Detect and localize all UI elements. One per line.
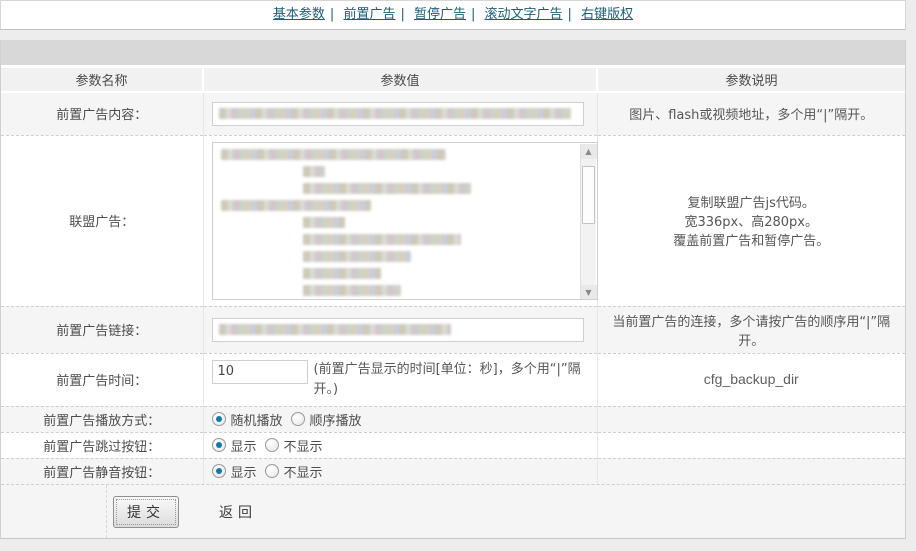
radio-label[interactable]: 显示 <box>231 462 257 481</box>
row-label: 前置广告播放方式： <box>1 405 203 432</box>
table-header-row: 参数名称 参数值 参数说明 <box>1 68 905 93</box>
radio-label[interactable]: 顺序播放 <box>310 410 362 429</box>
time-note: (前置广告显示的时间[单位：秒]，多个用“|”隔开。) <box>313 361 581 397</box>
union-desc-line2: 宽336px、高280px。 <box>684 215 819 230</box>
censored-text <box>302 250 411 262</box>
censored-text <box>302 233 461 245</box>
censored-text <box>220 148 446 160</box>
radio-sequential-play[interactable] <box>290 412 305 426</box>
radio-skip-show[interactable] <box>211 438 226 452</box>
nav-separator: | <box>400 7 405 22</box>
radio-skip-hide[interactable] <box>264 438 279 452</box>
nav-link-pause-ad[interactable]: 暂停广告 <box>414 7 466 22</box>
radio-label[interactable]: 不显示 <box>284 436 323 455</box>
row-label: 前置广告链接： <box>1 305 203 353</box>
radio-random-play[interactable] <box>211 412 226 426</box>
params-table: 参数名称 参数值 参数说明 前置广告内容： 图片、flash或视频地址，多个用“… <box>1 68 905 484</box>
row-union-ad: 联盟广告： ▲ ▼ 复制联盟广告js代码。 宽336px、高280px。 覆盖前… <box>1 134 905 306</box>
censored-text <box>218 108 571 120</box>
nav-separator: | <box>471 7 476 22</box>
row-preroll-link: 前置广告链接： 当前置广告的连接，多个请按广告的顺序用“|”隔开。 <box>1 305 905 353</box>
row-description <box>596 405 905 432</box>
censored-text <box>302 216 345 228</box>
page-gap <box>0 30 916 40</box>
row-preroll-content: 前置广告内容： 图片、flash或视频地址，多个用“|”隔开。 <box>1 91 905 135</box>
union-desc-line3: 覆盖前置广告和暂停广告。 <box>673 234 830 249</box>
header-param-desc: 参数说明 <box>596 68 905 93</box>
row-label: 联盟广告： <box>1 134 203 306</box>
header-param-value: 参数值 <box>202 68 597 93</box>
textarea-scrollbar[interactable]: ▲ ▼ <box>579 143 597 299</box>
radio-label[interactable]: 随机播放 <box>231 410 283 429</box>
form-footer: 提交 返回 <box>1 484 905 538</box>
back-link[interactable]: 返回 <box>219 502 257 522</box>
censored-text <box>302 165 325 177</box>
nav-link-basic-params[interactable]: 基本参数 <box>273 7 325 22</box>
censored-text <box>302 284 401 296</box>
footer-spacer <box>1 485 107 538</box>
censored-text <box>302 182 471 194</box>
row-description: 图片、flash或视频地址，多个用“|”隔开。 <box>596 91 905 135</box>
row-description: cfg_backup_dir <box>596 352 905 406</box>
nav-link-rightclick-copyright[interactable]: 右键版权 <box>581 7 633 22</box>
censored-text <box>218 324 451 335</box>
row-description <box>596 457 905 484</box>
censored-text <box>220 199 371 211</box>
row-description: 当前置广告的连接，多个请按广告的顺序用“|”隔开。 <box>596 305 905 353</box>
nav-separator: | <box>329 7 335 22</box>
preroll-content-input[interactable] <box>211 101 584 126</box>
censored-text <box>302 267 381 279</box>
nav-link-preroll-ad[interactable]: 前置广告 <box>343 7 395 22</box>
scroll-up-icon[interactable]: ▲ <box>580 143 597 159</box>
row-description: 复制联盟广告js代码。 宽336px、高280px。 覆盖前置广告和暂停广告。 <box>596 134 905 306</box>
row-play-mode: 前置广告播放方式： 随机播放 顺序播放 <box>1 405 905 432</box>
preroll-time-input[interactable] <box>211 359 308 384</box>
nav-link-scroll-text-ad[interactable]: 滚动文字广告 <box>485 7 563 22</box>
union-desc-line1: 复制联盟广告js代码。 <box>687 196 815 211</box>
row-label: 前置广告时间： <box>1 352 203 406</box>
nav-separator: | <box>567 7 572 22</box>
preroll-link-input[interactable] <box>211 317 584 342</box>
row-label: 前置广告内容： <box>1 91 203 135</box>
row-label: 前置广告跳过按钮： <box>1 431 203 458</box>
row-label: 前置广告静音按钮： <box>1 457 203 484</box>
panel-title-bar <box>1 40 905 68</box>
row-skip-button: 前置广告跳过按钮： 显示 不显示 <box>1 431 905 458</box>
row-preroll-time: 前置广告时间： (前置广告显示的时间[单位：秒]，多个用“|”隔开。) cfg_… <box>1 352 905 406</box>
scrollbar-thumb[interactable] <box>581 165 595 224</box>
settings-panel: 参数名称 参数值 参数说明 前置广告内容： 图片、flash或视频地址，多个用“… <box>0 40 906 539</box>
top-nav: 基本参数 | 前置广告 | 暂停广告 | 滚动文字广告 | 右键版权 <box>0 0 906 30</box>
radio-mute-hide[interactable] <box>264 464 279 479</box>
radio-mute-show[interactable] <box>211 464 226 479</box>
radio-label[interactable]: 不显示 <box>284 462 323 481</box>
union-ad-textarea[interactable]: ▲ ▼ <box>211 141 598 300</box>
radio-label[interactable]: 显示 <box>231 436 257 455</box>
row-description <box>596 431 905 458</box>
row-mute-button: 前置广告静音按钮： 显示 不显示 <box>1 457 905 484</box>
scroll-down-icon[interactable]: ▼ <box>580 284 597 299</box>
cfg-var-name: cfg_backup_dir <box>703 371 799 387</box>
header-param-name: 参数名称 <box>1 68 203 93</box>
submit-button[interactable]: 提交 <box>113 495 179 528</box>
